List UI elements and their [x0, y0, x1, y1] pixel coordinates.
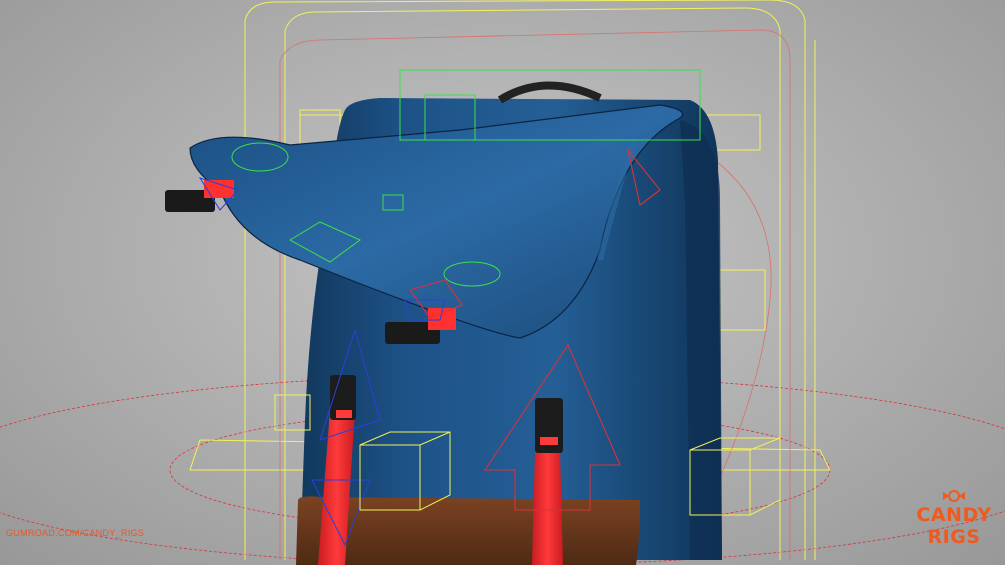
backpack-rig-scene[interactable] — [0, 0, 1005, 565]
candy-rigs-logo: CANDY RIGS — [908, 486, 1000, 562]
3d-viewport[interactable]: GUMROAD.COM/CANDY_RIGS CANDY RIGS — [0, 0, 1005, 565]
watermark-text: GUMROAD.COM/CANDY_RIGS — [6, 528, 145, 538]
logo-line-1: CANDY — [916, 504, 992, 526]
candy-icon — [943, 490, 965, 502]
logo-line-2: RIGS — [927, 526, 981, 548]
